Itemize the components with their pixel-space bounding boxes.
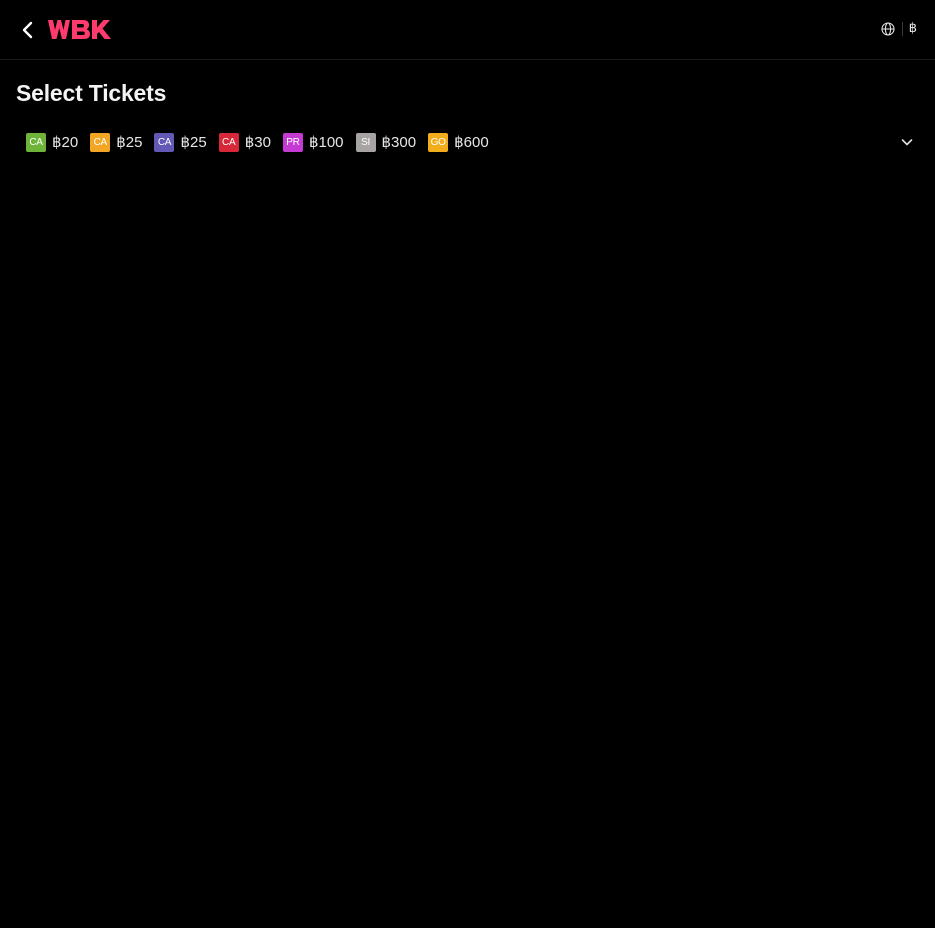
- ticket-chip[interactable]: GO ฿600: [428, 132, 489, 152]
- brand-logo[interactable]: [48, 20, 112, 39]
- ticket-chips: CA ฿20 CA ฿25 CA ฿25 CA ฿30 PR ฿100 SI ฿300 GO ฿600: [26, 132, 501, 152]
- ticket-chip[interactable]: CA ฿25: [90, 132, 143, 152]
- ticket-price: ฿600: [454, 133, 489, 151]
- ticket-category-badge: CA: [90, 132, 111, 152]
- ticket-category-badge: CA: [218, 132, 239, 152]
- ticket-chip[interactable]: SI ฿300: [355, 132, 417, 152]
- chevron-left-icon: [22, 21, 33, 39]
- top-bar: ฿: [0, 0, 935, 60]
- chevron-down-icon: [901, 139, 913, 146]
- back-button[interactable]: [16, 18, 40, 42]
- expand-button[interactable]: [897, 132, 917, 152]
- ticket-price-legend: CA ฿20 CA ฿25 CA ฿25 CA ฿30 PR ฿100 SI ฿300 GO ฿600: [26, 132, 917, 152]
- ticket-chip[interactable]: CA ฿20: [26, 132, 79, 152]
- ticket-price: ฿20: [52, 133, 79, 151]
- ticket-category-badge: SI: [355, 132, 376, 152]
- page-title: Select Tickets: [16, 80, 167, 106]
- top-right-controls: ฿: [880, 21, 917, 37]
- ticket-category-badge: PR: [282, 132, 303, 152]
- ticket-category-badge: GO: [428, 132, 449, 152]
- currency-button[interactable]: ฿: [909, 21, 917, 37]
- divider: [901, 22, 903, 36]
- ticket-price: ฿25: [116, 133, 143, 151]
- ticket-chip[interactable]: CA ฿25: [154, 132, 207, 152]
- ticket-chip[interactable]: PR ฿100: [282, 132, 344, 152]
- ticket-price: ฿100: [308, 133, 344, 151]
- ticket-category-badge: CA: [154, 132, 175, 152]
- ticket-price: ฿30: [244, 133, 271, 151]
- ticket-price: ฿300: [381, 133, 417, 151]
- globe-icon: [881, 22, 895, 36]
- ticket-price: ฿25: [180, 133, 207, 151]
- ticket-category-badge: CA: [26, 132, 46, 152]
- language-button[interactable]: [880, 21, 896, 37]
- ticket-chip[interactable]: CA ฿30: [218, 132, 271, 152]
